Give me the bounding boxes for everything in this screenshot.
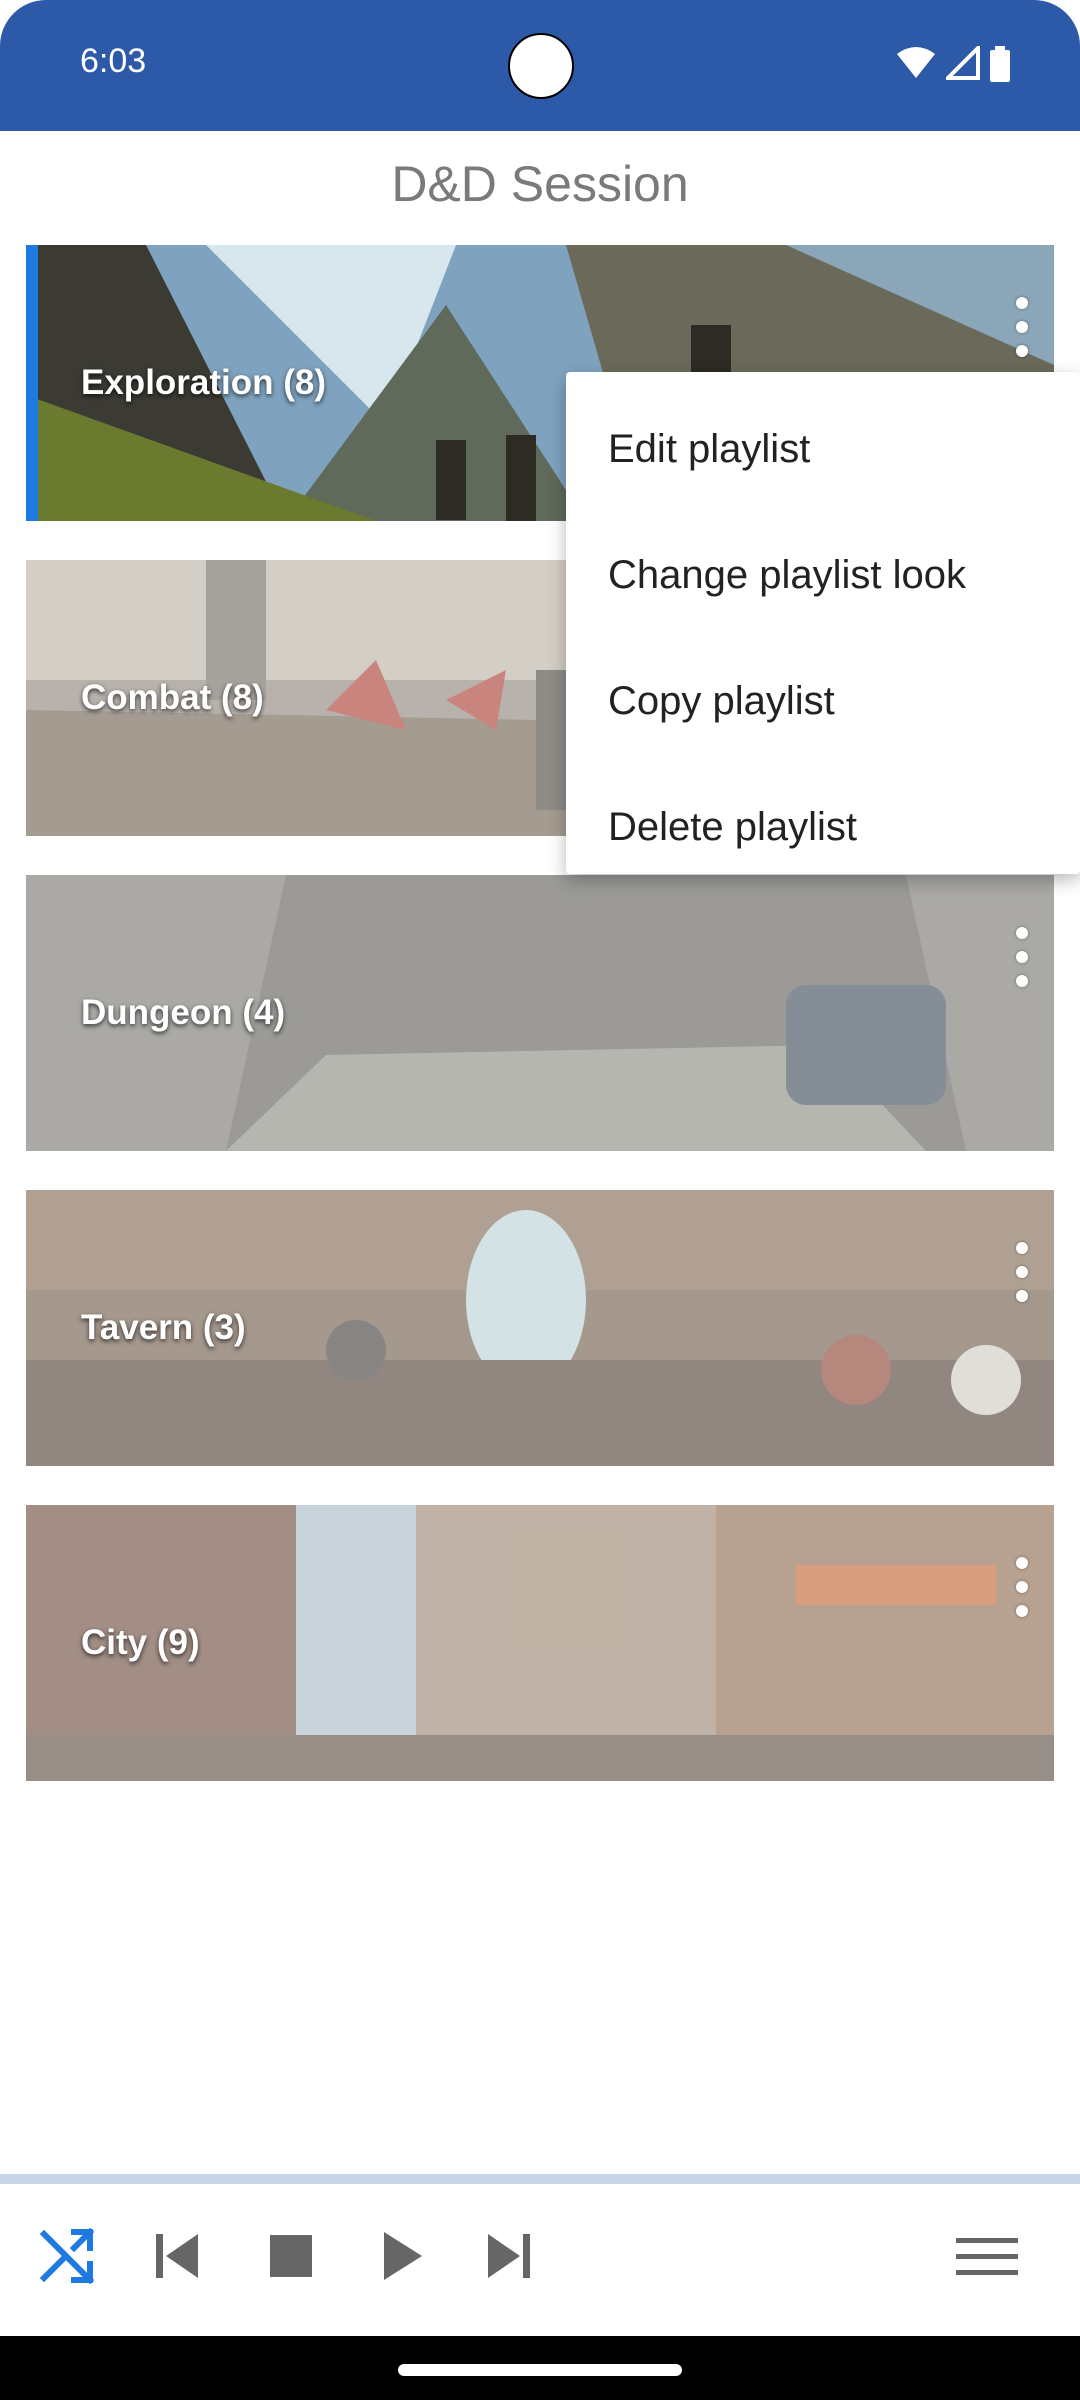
- playlist-label: City (9): [81, 1623, 200, 1662]
- selected-indicator: [26, 245, 38, 521]
- more-options-icon[interactable]: [1012, 1242, 1032, 1302]
- signal-icon: [946, 46, 980, 80]
- playlist-card-tavern[interactable]: Tavern (3): [26, 1190, 1054, 1466]
- playlist-label: Tavern (3): [81, 1308, 246, 1347]
- menu-icon[interactable]: [954, 2226, 1020, 2286]
- menu-item-edit-playlist[interactable]: Edit playlist: [566, 386, 1080, 512]
- wifi-icon: [897, 47, 935, 78]
- play-icon[interactable]: [378, 2226, 428, 2286]
- playlist-card-city[interactable]: City (9): [26, 1505, 1054, 1781]
- next-icon[interactable]: [484, 2226, 534, 2286]
- previous-icon[interactable]: [152, 2226, 202, 2286]
- playlist-label: Exploration (8): [81, 363, 327, 402]
- playlist-card-dungeon[interactable]: Dungeon (4): [26, 875, 1054, 1151]
- page-title: D&D Session: [391, 156, 689, 212]
- home-gesture-handle[interactable]: [398, 2364, 682, 2376]
- more-options-icon[interactable]: [1012, 297, 1032, 357]
- playlist-label: Dungeon (4): [81, 993, 286, 1032]
- camera-cutout: [508, 33, 574, 99]
- status-time: 6:03: [80, 42, 147, 80]
- more-options-icon[interactable]: [1012, 927, 1032, 987]
- menu-item-copy-playlist[interactable]: Copy playlist: [566, 638, 1080, 764]
- playlist-label: Combat (8): [81, 678, 264, 717]
- system-nav-bar: [0, 2336, 1080, 2400]
- more-options-icon[interactable]: [1012, 1557, 1032, 1617]
- stop-icon[interactable]: [266, 2226, 316, 2286]
- menu-item-delete-playlist[interactable]: Delete playlist: [566, 764, 1080, 890]
- battery-icon: [990, 46, 1010, 82]
- playback-progress-bar[interactable]: [0, 2174, 1080, 2184]
- shuffle-icon[interactable]: [38, 2226, 98, 2286]
- status-bar: 6:03: [0, 0, 1080, 131]
- player-controls: [0, 2184, 1080, 2336]
- playlist-context-menu: Edit playlist Change playlist look Copy …: [566, 372, 1080, 874]
- menu-item-change-playlist-look[interactable]: Change playlist look: [566, 512, 1080, 638]
- status-icons: [896, 46, 1010, 82]
